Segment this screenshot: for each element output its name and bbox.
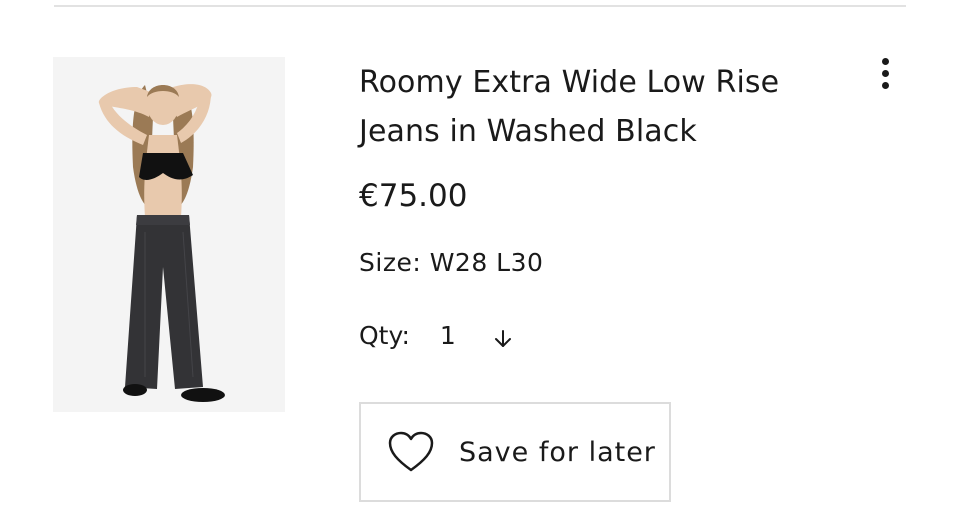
- dot: [882, 58, 889, 65]
- product-size: Size: W28 L30: [359, 248, 544, 277]
- save-for-later-label: Save for later: [459, 436, 656, 468]
- heart-icon: [387, 430, 435, 474]
- quantity-label: Qty:: [359, 321, 410, 350]
- save-for-later-button[interactable]: Save for later: [359, 402, 671, 502]
- product-title[interactable]: Roomy Extra Wide Low Rise Jeans in Washe…: [359, 58, 839, 156]
- divider: [54, 5, 906, 7]
- quantity-value: 1: [439, 321, 456, 350]
- dot: [882, 70, 889, 77]
- product-photo-illustration: [53, 57, 285, 412]
- more-options-icon[interactable]: [874, 54, 898, 94]
- quantity-select[interactable]: 1: [440, 319, 514, 353]
- product-image[interactable]: [53, 57, 285, 412]
- product-price: €75.00: [359, 178, 468, 214]
- quantity-row: Qty: 1: [359, 319, 514, 353]
- dot: [882, 82, 889, 89]
- arrow-down-icon: [492, 325, 514, 347]
- cart-item: Roomy Extra Wide Low Rise Jeans in Washe…: [0, 0, 960, 517]
